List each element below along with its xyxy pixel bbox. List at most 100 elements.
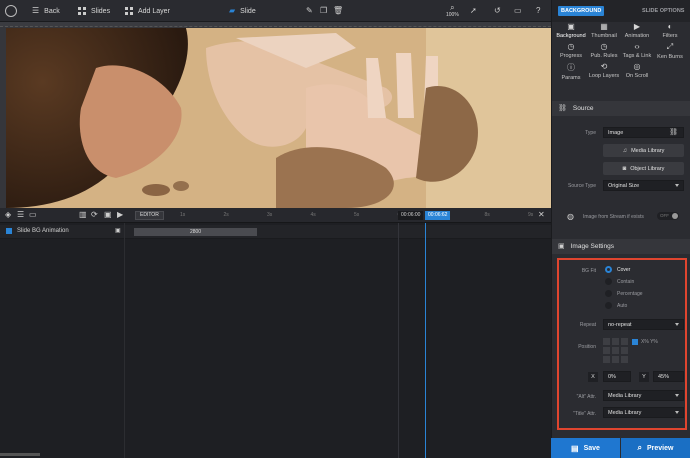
end-time[interactable]: 00:06:62 (425, 211, 451, 220)
back-button[interactable]: ☰ Back (32, 0, 60, 22)
search-icon: ⌕ (637, 443, 642, 452)
subtab-label: Pub. Rules (590, 53, 618, 59)
subtab-label: Tags & Link (622, 53, 652, 59)
timeline-layer-row[interactable]: Slide BG Animation ▣ 2800 (0, 225, 551, 239)
slide-background-image[interactable] (6, 28, 551, 208)
toggle-knob (672, 213, 678, 219)
save-label: Save (583, 444, 600, 452)
copy-icon: ❐ (320, 6, 328, 15)
stream-toggle-label: OFF (660, 213, 669, 218)
media-icon: ♫ (622, 147, 628, 154)
save-icon: ▤ (571, 443, 579, 453)
subtab-on-scroll[interactable]: ◎ On Scroll (620, 62, 654, 79)
loop-icon[interactable]: ⟳ (91, 211, 98, 219)
zoom-control[interactable]: ⌕ 100% (446, 0, 459, 22)
animation-bar[interactable]: 2800 (134, 228, 257, 236)
slide-icon: ▰ (229, 6, 236, 15)
slides-label: Slides (91, 7, 111, 15)
stream-toggle[interactable]: OFF (657, 212, 679, 220)
source-type-select[interactable]: Original Size (603, 180, 684, 191)
subtab-thumbnail[interactable]: ▦ Thumbnail (587, 22, 621, 39)
image-settings-header[interactable]: ▣ Image Settings (552, 239, 690, 254)
horizontal-scrollbar[interactable] (0, 453, 40, 456)
play-icon[interactable]: ▶ (117, 211, 123, 219)
subtab-tags-link[interactable]: ‹› Tags & Link (620, 42, 654, 59)
duplicate-button[interactable]: ❐ (320, 0, 327, 22)
source-section-header[interactable]: ⛓ Source (552, 101, 690, 116)
globe-icon: ◍ (567, 212, 574, 221)
layers-icon[interactable]: ◈ (5, 211, 11, 219)
scroll-icon: ◎ (633, 62, 641, 71)
slides-grid-icon (78, 7, 86, 15)
chevron-down-icon (675, 184, 679, 187)
subtab-params[interactable]: ⓘ Params (554, 62, 588, 81)
tab-slide-options[interactable]: SLIDE OPTIONS (642, 8, 684, 14)
subtab-label: Animation (624, 33, 650, 39)
source-type-label: Source Type (568, 183, 596, 189)
layer-name: Slide BG Animation (17, 228, 69, 234)
thumbnail-icon: ▦ (600, 22, 608, 31)
undo-button[interactable]: ↺ (494, 0, 501, 22)
subtab-animation[interactable]: ▶ Animation (620, 22, 654, 39)
link-icon: ⛓ (669, 129, 678, 136)
back-label: Back (44, 7, 60, 15)
end-time-line[interactable] (425, 223, 426, 458)
subtab-label: Ken Burns (657, 54, 683, 60)
subtab-ken-burns[interactable]: ⤢ Ken Burns (653, 42, 687, 60)
timeline-divider (124, 223, 125, 458)
image-settings-title: Image Settings (570, 243, 614, 250)
layer-settings-icon[interactable]: ▣ (115, 228, 121, 234)
desktop-view-button[interactable]: ▭ (514, 0, 522, 22)
help-button[interactable]: ? (536, 0, 540, 22)
subtab-loop-layers[interactable]: ⟲ Loop Layers (587, 62, 621, 79)
type-select[interactable]: Image ⛓ (603, 127, 684, 138)
pencil-icon: ✎ (306, 6, 313, 15)
timeline-toolbar: ◈ ☰ ▭ ▥ ⟳ ▣ ▶ EDITOR 1s2s3s4s5s6s7s8s9s … (0, 208, 551, 223)
object-library-button[interactable]: ◙ Object Library (603, 162, 684, 175)
media-library-label: Media Library (631, 147, 665, 154)
editor-badge[interactable]: EDITOR (135, 211, 164, 220)
timeline-tick: 9s (528, 212, 534, 218)
subtab-background[interactable]: ▣ Background (554, 22, 588, 39)
list-icon[interactable]: ☰ (17, 211, 24, 219)
folder-icon[interactable]: ▭ (29, 211, 37, 219)
select-tool[interactable]: ➚ (470, 0, 477, 22)
stream-label: Image from Stream if exists (583, 214, 644, 220)
image-icon: ▣ (558, 243, 565, 250)
slides-button[interactable]: Slides (78, 0, 110, 22)
clay-hands-illustration (6, 28, 551, 208)
slide-label: Slide (240, 7, 256, 15)
source-type-value: Original Size (608, 182, 640, 189)
tab-background[interactable]: BACKGROUND (558, 6, 605, 16)
add-layer-button[interactable]: Add Layer (125, 0, 170, 22)
edit-button[interactable]: ✎ (306, 0, 313, 22)
type-value: Image (608, 129, 624, 136)
preview-button[interactable]: ⌕ Preview (621, 438, 690, 458)
subtab-label: Background (556, 33, 586, 39)
zoom-value: 100% (446, 12, 459, 18)
media-library-button[interactable]: ♫ Media Library (603, 144, 684, 157)
timeline-tick: 2s (223, 212, 229, 218)
subtab-pub-rules[interactable]: ◷ Pub. Rules (587, 42, 621, 59)
subtab-filters[interactable]: ◐ Filters (653, 22, 687, 39)
wordpress-logo[interactable] (5, 0, 17, 22)
save-button[interactable]: ▤ Save (551, 438, 620, 458)
slide-selector[interactable]: ▰ Slide (229, 0, 256, 22)
close-icon[interactable]: ✕ (538, 211, 545, 219)
add-layer-icon (125, 7, 133, 15)
film-icon[interactable]: ▣ (104, 211, 112, 219)
subtab-label: Thumbnail (591, 33, 617, 39)
source-title: Source (572, 105, 594, 112)
delete-button[interactable]: 🗑 (333, 0, 343, 22)
clock-icon: ◷ (600, 42, 608, 51)
code-icon: ‹› (634, 42, 640, 51)
timeline-panel: ◈ ☰ ▭ ▥ ⟳ ▣ ▶ EDITOR 1s2s3s4s5s6s7s8s9s … (0, 208, 551, 458)
canvas-ruler (0, 22, 551, 27)
subtab-label: On Scroll (625, 73, 649, 79)
subtab-progress[interactable]: ◷ Progress (554, 42, 588, 59)
menu-icon: ☰ (32, 6, 40, 15)
subtab-label: Loop Layers (588, 73, 620, 79)
columns-icon[interactable]: ▥ (79, 211, 87, 219)
timeline-tick: 1s (180, 212, 186, 218)
zoom-icon: ⌕ (450, 3, 455, 12)
